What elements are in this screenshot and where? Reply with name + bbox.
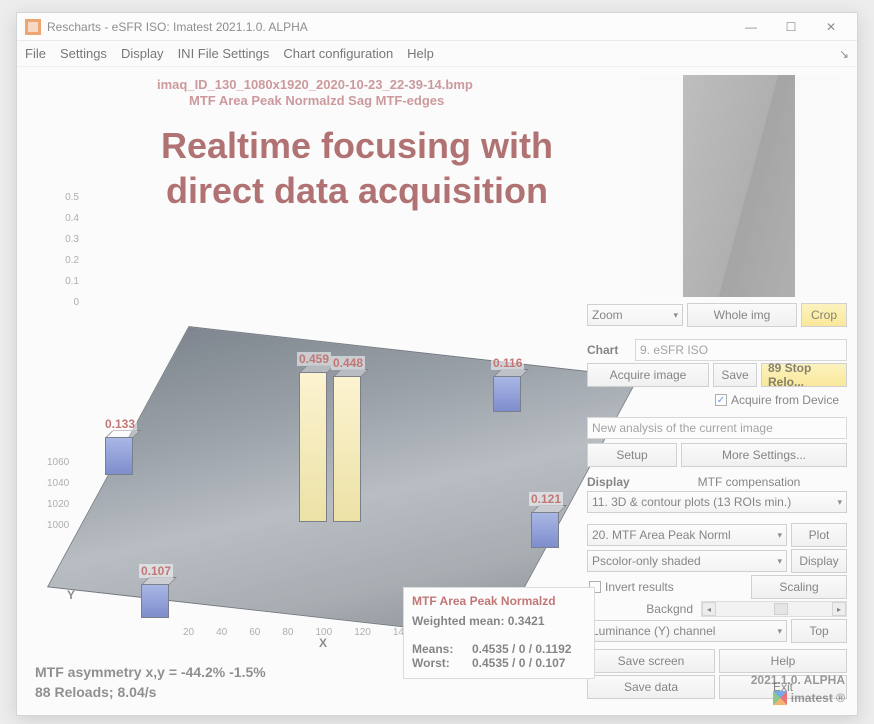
weighted-mean: Weighted mean: 0.3421 bbox=[412, 614, 586, 628]
overlay-headline: Realtime focusing with direct data acqui… bbox=[77, 123, 637, 213]
mtf-bar bbox=[105, 437, 133, 475]
mtf-bar bbox=[299, 372, 327, 522]
mtf-bar bbox=[141, 584, 169, 618]
imatest-brand: imatest ® bbox=[773, 691, 845, 705]
mtf-bar-label: 0.107 bbox=[139, 564, 173, 578]
controls-panel: Zoom▾ Whole img Crop Chart 9. eSFR ISO A… bbox=[587, 303, 847, 701]
mtf-bar-label: 0.448 bbox=[331, 356, 365, 370]
display-mode-select[interactable]: 11. 3D & contour plots (13 ROIs min.)▾ bbox=[587, 491, 847, 513]
menu-chart-config[interactable]: Chart configuration bbox=[283, 46, 393, 61]
thumbnail-image bbox=[683, 75, 795, 297]
plot-type-select[interactable]: 20. MTF Area Peak Norml▾ bbox=[587, 524, 787, 546]
worst-value: 0.4535 / 0 / 0.107 bbox=[472, 656, 565, 670]
display-label: Display bbox=[587, 475, 647, 489]
brand-text: imatest ® bbox=[791, 691, 845, 705]
acquire-image-button[interactable]: Acquire image bbox=[587, 363, 709, 387]
setup-button[interactable]: Setup bbox=[587, 443, 677, 467]
mtf-bar-label: 0.133 bbox=[103, 417, 137, 431]
window-title: Rescharts - eSFR ISO: Imatest 2021.1.0. … bbox=[47, 20, 731, 34]
channel-select[interactable]: Luminance (Y) channel▾ bbox=[587, 620, 787, 642]
slider-thumb[interactable] bbox=[774, 603, 788, 615]
mtf-bar-label: 0.116 bbox=[491, 356, 524, 370]
acquire-device-label: Acquire from Device bbox=[731, 393, 839, 407]
menu-file[interactable]: File bbox=[25, 46, 46, 61]
headline-line2: direct data acquisition bbox=[77, 168, 637, 213]
means-label: Means: bbox=[412, 642, 472, 656]
mtf-comp-label: MTF compensation bbox=[651, 475, 847, 489]
stats-box-title: MTF Area Peak Normalzd bbox=[412, 594, 586, 608]
mtf-asymmetry: MTF asymmetry x,y = -44.2% -1.5% bbox=[35, 663, 266, 683]
app-window: Rescharts - eSFR ISO: Imatest 2021.1.0. … bbox=[16, 12, 858, 716]
titlebar: Rescharts - eSFR ISO: Imatest 2021.1.0. … bbox=[17, 13, 857, 41]
worst-label: Worst: bbox=[412, 656, 472, 670]
zoom-select[interactable]: Zoom▾ bbox=[587, 304, 683, 326]
mtf-bar bbox=[493, 376, 521, 412]
y-axis-ticks: 1060 1040 1020 1000 bbox=[47, 457, 69, 541]
version-label: 2021.1.0. ALPHA bbox=[751, 673, 845, 687]
content-area: imaq_ID_130_1080x1920_2020-10-23_22-39-1… bbox=[17, 67, 857, 715]
chart-select[interactable]: 9. eSFR ISO bbox=[635, 339, 847, 361]
maximize-button[interactable]: ☐ bbox=[771, 15, 811, 39]
menu-help[interactable]: Help bbox=[407, 46, 434, 61]
mtf-bar bbox=[333, 376, 361, 522]
stats-summary: MTF asymmetry x,y = -44.2% -1.5% 88 Relo… bbox=[35, 663, 266, 702]
mtf-bar-label: 0.459 bbox=[297, 352, 331, 366]
image-thumbnail[interactable] bbox=[639, 75, 839, 297]
slider-left-arrow[interactable]: ◂ bbox=[702, 602, 716, 616]
menu-display[interactable]: Display bbox=[121, 46, 164, 61]
scaling-button[interactable]: Scaling bbox=[751, 575, 847, 599]
crop-button[interactable]: Crop bbox=[801, 303, 847, 327]
z-axis-ticks: 0.5 0.4 0.3 0.2 0.1 0 bbox=[55, 192, 79, 318]
loaded-filename: imaq_ID_130_1080x1920_2020-10-23_22-39-1… bbox=[157, 77, 473, 92]
imatest-logo-icon bbox=[773, 691, 787, 705]
acquire-device-checkbox[interactable]: ✓ bbox=[715, 394, 727, 406]
top-button[interactable]: Top bbox=[791, 619, 847, 643]
pin-icon[interactable]: ↘ bbox=[839, 47, 849, 61]
help-button[interactable]: Help bbox=[719, 649, 847, 673]
save-image-button[interactable]: Save bbox=[713, 363, 757, 387]
mtf-bar bbox=[531, 512, 559, 548]
headline-line1: Realtime focusing with bbox=[77, 123, 637, 168]
more-settings-button[interactable]: More Settings... bbox=[681, 443, 847, 467]
minimize-button[interactable]: — bbox=[731, 15, 771, 39]
save-data-button[interactable]: Save data bbox=[587, 675, 715, 699]
menu-ini[interactable]: INI File Settings bbox=[178, 46, 270, 61]
shading-select[interactable]: Pscolor-only shaded▾ bbox=[587, 550, 787, 572]
means-value: 0.4535 / 0 / 0.1192 bbox=[472, 642, 571, 656]
3d-plot: 0.5 0.4 0.3 0.2 0.1 0 1060 1040 1020 100… bbox=[33, 192, 593, 632]
y-axis-label: Y bbox=[67, 588, 75, 602]
mtf-bar-label: 0.121 bbox=[529, 492, 563, 506]
close-button[interactable]: ✕ bbox=[811, 15, 851, 39]
invert-results-label: Invert results bbox=[605, 580, 674, 594]
save-screen-button[interactable]: Save screen bbox=[587, 649, 715, 673]
new-analysis-field[interactable]: New analysis of the current image bbox=[587, 417, 847, 439]
slider-right-arrow[interactable]: ▸ bbox=[832, 602, 846, 616]
reload-count: 88 Reloads; 8.04/s bbox=[35, 683, 266, 703]
app-icon bbox=[25, 19, 41, 35]
backgnd-slider[interactable]: ◂ ▸ bbox=[701, 601, 847, 617]
whole-img-button[interactable]: Whole img bbox=[687, 303, 797, 327]
x-axis-label: X bbox=[319, 636, 327, 650]
menu-settings[interactable]: Settings bbox=[60, 46, 107, 61]
display-button[interactable]: Display bbox=[791, 549, 847, 573]
plot-subtitle: MTF Area Peak Normalzd Sag MTF-edges bbox=[189, 93, 444, 108]
chart-label: Chart bbox=[587, 343, 631, 357]
backgnd-label: Backgnd bbox=[587, 602, 697, 616]
stats-box: MTF Area Peak Normalzd Weighted mean: 0.… bbox=[403, 587, 595, 679]
menubar: File Settings Display INI File Settings … bbox=[17, 41, 857, 67]
stop-reload-button[interactable]: 89 Stop Relo... bbox=[761, 363, 847, 387]
plot-button[interactable]: Plot bbox=[791, 523, 847, 547]
